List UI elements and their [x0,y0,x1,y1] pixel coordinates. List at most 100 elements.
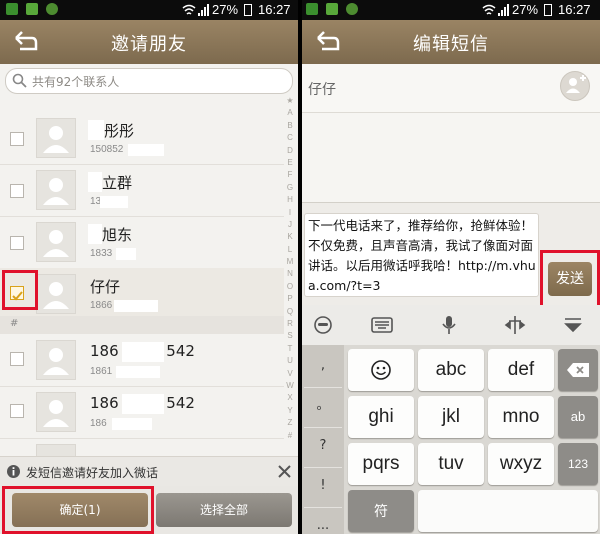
avatar [36,392,76,432]
index-letter[interactable]: E [283,158,297,170]
index-letter[interactable]: B [283,121,297,133]
index-letter[interactable]: N [283,269,297,281]
checkbox[interactable] [10,132,24,146]
contact-number: 1833 [90,248,113,259]
contact-name: 立群 [102,174,133,192]
key-tuv[interactable]: tuv [418,443,484,485]
keyboard-toolbar [302,305,600,346]
emoji-icon[interactable] [312,315,334,335]
index-letter[interactable]: Q [283,307,297,319]
punct-key[interactable]: ! [304,465,342,508]
key-abc[interactable]: abc [418,349,484,391]
message-text: 下一代电话来了，推荐给你，抢鲜体验！不仅免费，且声音高清，我试了像面对面讲话。以… [308,218,536,293]
number-key[interactable]: 123 [558,443,598,485]
index-letter[interactable]: O [283,282,297,294]
contact-row[interactable]: 立群 13 972 [0,164,284,217]
key-wxyz[interactable]: wxyz [488,443,554,485]
wifi-icon [482,4,496,15]
redaction [116,248,136,260]
key-jkl[interactable]: jkl [418,396,484,438]
cursor-move-icon[interactable] [504,315,526,335]
contact-number: 1861 [90,366,113,377]
recipient-field[interactable]: 仔仔 [302,64,600,113]
index-letter[interactable]: L [283,245,297,257]
select-all-button[interactable]: 选择全部 [156,493,292,527]
battery-percent: 27% [512,2,539,17]
keyboard-icon[interactable] [371,315,393,335]
app-notification-icon [6,3,18,15]
redaction [100,196,128,208]
contact-row[interactable]: 彤彤 150852 [0,112,284,165]
space-key[interactable] [418,490,598,532]
signal-icon [198,4,209,16]
index-letter[interactable]: # [283,431,297,443]
add-contact-button[interactable] [560,71,590,101]
alphabet-index[interactable]: ★ A B C D E F G H I J K L M N O P Q R S T U V W X Y Z # [283,96,297,443]
checkbox[interactable] [10,184,24,198]
microphone-icon[interactable] [438,315,460,335]
punct-key[interactable]: ? [304,425,342,468]
hide-keyboard-icon[interactable] [562,315,584,335]
checkbox[interactable] [10,404,24,418]
index-letter[interactable]: U [283,356,297,368]
key-ghi[interactable]: ghi [348,396,414,438]
index-letter[interactable]: A [283,108,297,120]
key-def[interactable]: def [488,349,554,391]
index-letter[interactable]: K [283,232,297,244]
punct-key[interactable]: 。 [304,385,342,428]
index-letter[interactable]: W [283,381,297,393]
index-letter[interactable]: M [283,257,297,269]
redaction [122,342,164,362]
contact-row[interactable]: 186 542 186 42 [0,386,284,439]
redaction [88,224,102,244]
index-letter[interactable]: T [283,344,297,356]
avatar [36,274,76,314]
contact-search-input[interactable]: 共有92个联系人 [5,68,293,94]
contact-row[interactable]: 186 542 1861 [0,334,284,387]
battery-percent: 27% [212,2,239,17]
index-letter[interactable]: H [283,195,297,207]
index-letter[interactable]: F [283,170,297,182]
punctuation-column[interactable]: , 。 ? ! ... [302,345,344,534]
index-letter[interactable]: Y [283,406,297,418]
index-letter[interactable]: V [283,369,297,381]
contact-row-partial[interactable] [0,438,284,484]
message-input[interactable]: 下一代电话来了，推荐给你，抢鲜体验！不仅免费，且声音高清，我试了像面对面讲话。以… [304,213,539,297]
index-letter[interactable]: ★ [283,96,297,108]
invite-friends-screen: 27% 16:27 邀请朋友 共有92个联系人 彤彤 150852 立群 13 … [0,0,298,534]
ab-key[interactable]: ab [558,396,598,438]
symbol-key[interactable]: 符 [348,490,414,532]
app-notification-icon [306,3,318,15]
search-icon [12,73,27,88]
index-letter[interactable]: J [283,220,297,232]
contact-name: 彤彤 [104,122,135,140]
emoticon-key[interactable] [348,349,414,391]
key-pqrs[interactable]: pqrs [348,443,414,485]
key-mno[interactable]: mno [488,396,554,438]
backspace-key[interactable] [558,349,598,391]
index-letter[interactable]: Z [283,418,297,430]
title-bar: 编辑短信 [302,20,600,64]
index-letter[interactable]: G [283,183,297,195]
page-title: 编辑短信 [413,34,489,55]
punct-key[interactable]: ... [304,505,342,534]
index-letter[interactable]: C [283,133,297,145]
contact-row[interactable]: 旭东 1833 [0,216,284,269]
punct-key[interactable]: , [304,345,342,388]
redaction [112,418,152,430]
index-letter[interactable]: P [283,294,297,306]
redaction [116,366,160,378]
index-letter[interactable]: R [283,319,297,331]
close-icon[interactable] [278,465,291,478]
contact-row[interactable]: 仔仔 1866 [0,268,284,321]
battery-icon [544,4,552,16]
signal-icon [498,4,509,16]
index-letter[interactable]: S [283,331,297,343]
index-letter[interactable]: X [283,393,297,405]
checkbox[interactable] [10,352,24,366]
index-letter[interactable]: D [283,146,297,158]
weihua-notification-icon [346,3,358,15]
section-header: # [0,316,284,334]
index-letter[interactable]: I [283,208,297,220]
checkbox[interactable] [10,236,24,250]
